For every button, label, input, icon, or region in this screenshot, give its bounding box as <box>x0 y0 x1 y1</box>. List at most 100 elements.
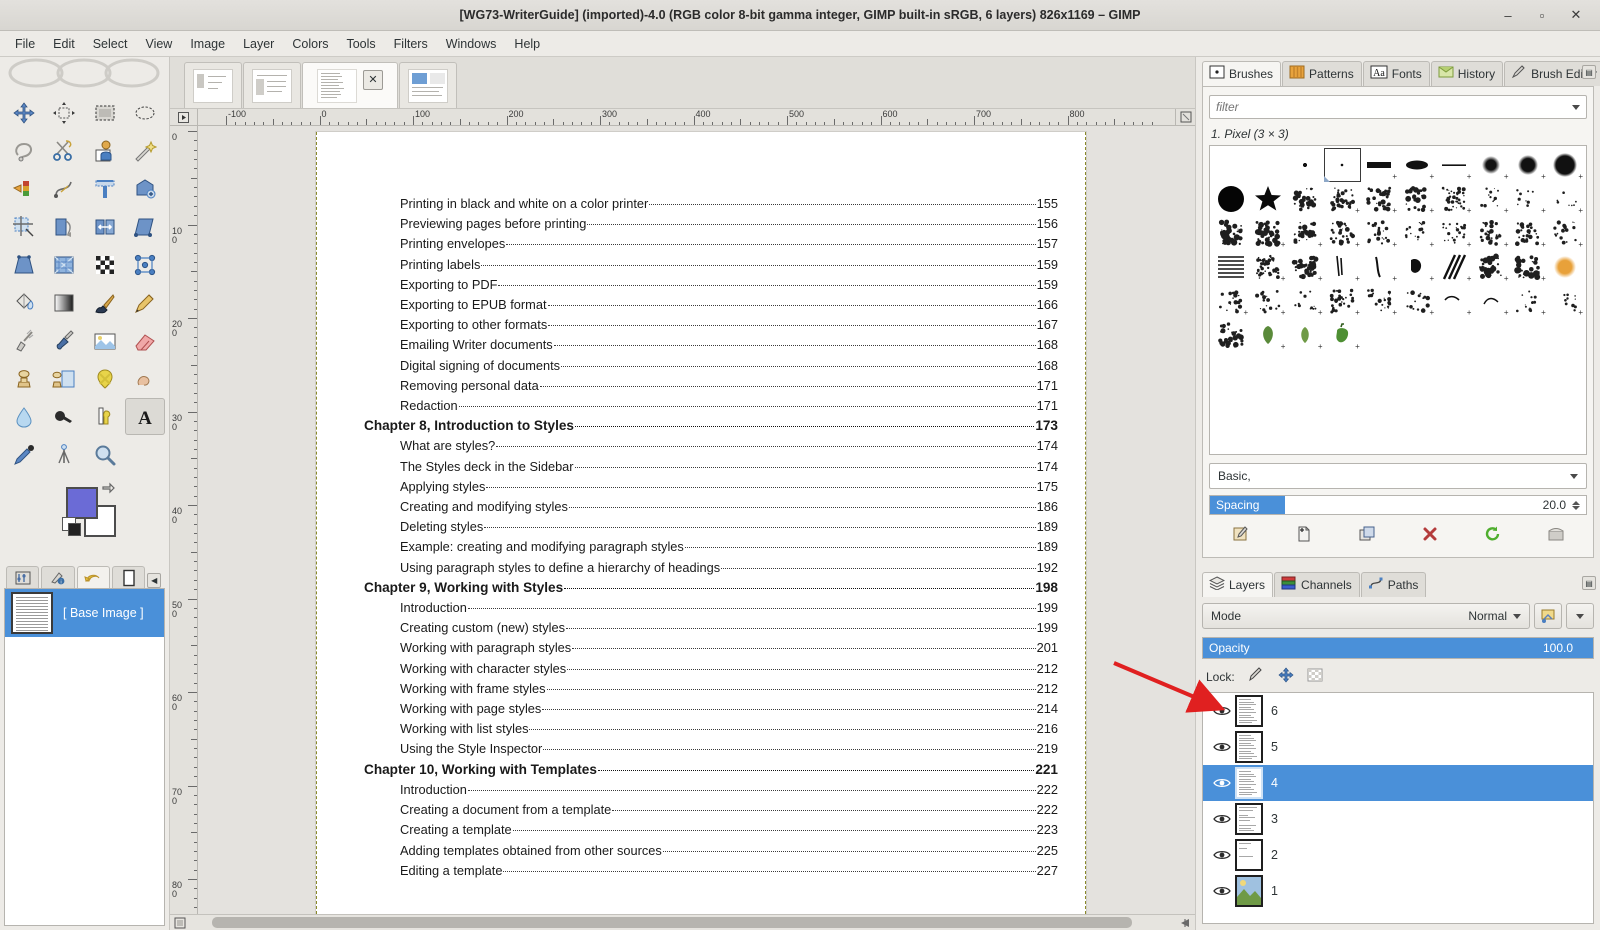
navigation-button[interactable] <box>1175 914 1195 930</box>
layer-visibility-icon[interactable] <box>1209 705 1235 717</box>
layer-row[interactable]: 6 <box>1203 693 1593 729</box>
horizontal-scrollbar[interactable] <box>190 914 1175 930</box>
layer-row[interactable]: 3 <box>1203 801 1593 837</box>
pencil-tool[interactable] <box>125 284 165 321</box>
brush-mark-4[interactable]: + <box>1547 284 1584 318</box>
menu-filters[interactable]: Filters <box>385 33 437 55</box>
horizontal-scrollbar-thumb[interactable] <box>212 917 1132 928</box>
opacity-slider[interactable]: Opacity 100.0 <box>1202 637 1594 659</box>
brush-spray-1[interactable]: + <box>1324 284 1361 318</box>
brush-splatter-1[interactable]: + <box>1324 182 1361 216</box>
measure-tool[interactable] <box>44 436 84 473</box>
alignment-tool[interactable] <box>44 94 84 131</box>
quick-mask-toggle[interactable] <box>170 914 190 930</box>
menu-select[interactable]: Select <box>84 33 137 55</box>
brush-dust-2[interactable]: + <box>1212 284 1249 318</box>
free-select-tool[interactable] <box>4 132 44 169</box>
spacing-stepper[interactable] <box>1572 501 1584 510</box>
menu-view[interactable]: View <box>136 33 181 55</box>
open-brush-folder-button[interactable] <box>1541 521 1571 547</box>
brush-swirl[interactable]: + <box>1472 250 1509 284</box>
tab-layers[interactable]: Layers <box>1202 572 1273 597</box>
lock-alpha-icon[interactable] <box>1307 667 1323 686</box>
smudge-tool[interactable] <box>125 360 165 397</box>
brush-pepper-2[interactable]: + <box>1435 216 1472 250</box>
zoom-tool[interactable] <box>85 436 125 473</box>
layer-visibility-icon[interactable] <box>1209 777 1235 789</box>
layer-row[interactable]: 1 <box>1203 873 1593 909</box>
brush-set-combo[interactable]: Basic, <box>1209 463 1587 489</box>
menu-colors[interactable]: Colors <box>283 33 337 55</box>
menu-help[interactable]: Help <box>505 33 549 55</box>
layer-row[interactable]: 4 <box>1203 765 1593 801</box>
crop-tool[interactable] <box>4 208 44 245</box>
horizontal-ruler[interactable]: -1000100200300400500600700800 <box>198 109 1175 126</box>
brush-blob-cluster[interactable]: + <box>1510 250 1547 284</box>
chevron-down-icon[interactable] <box>1576 614 1584 619</box>
brush-spray-3[interactable]: + <box>1398 284 1435 318</box>
blur-sharpen-tool[interactable] <box>4 398 44 435</box>
brush-hardedge-bar[interactable]: + <box>1361 148 1398 182</box>
select-by-color-tool[interactable] <box>4 170 44 207</box>
warp-transform-tool[interactable] <box>85 246 125 283</box>
image-tab-1[interactable] <box>184 62 242 108</box>
brush-dab-1[interactable]: + <box>1324 250 1361 284</box>
delete-brush-button[interactable] <box>1415 521 1445 547</box>
brush-smoke-1[interactable]: + <box>1286 250 1323 284</box>
brush-stripes[interactable]: + <box>1435 250 1472 284</box>
brush-grass[interactable] <box>1286 182 1323 216</box>
brush-sparse-3[interactable]: + <box>1547 182 1584 216</box>
bucket-fill-tool[interactable] <box>4 284 44 321</box>
image-tab-4[interactable] <box>399 62 457 108</box>
brush-hard-circle[interactable] <box>1212 182 1249 216</box>
mypaint-brush-tool[interactable] <box>85 398 125 435</box>
menu-file[interactable]: File <box>6 33 44 55</box>
undo-history-list[interactable]: [ Base Image ] <box>4 588 165 926</box>
paintbrush-tool[interactable] <box>85 284 125 321</box>
clone-tool[interactable] <box>4 360 44 397</box>
menu-tools[interactable]: Tools <box>337 33 384 55</box>
brush-mark-1[interactable]: + <box>1435 284 1472 318</box>
lock-position-icon[interactable] <box>1277 667 1295 686</box>
unified-transform-tool[interactable] <box>44 246 84 283</box>
layers-dock-menu-button[interactable]: ▤ <box>1582 576 1596 590</box>
clone-source-tool[interactable] <box>85 322 125 359</box>
brush-mark-2[interactable]: + <box>1472 284 1509 318</box>
brush-fuzzy-medium[interactable]: + <box>1510 148 1547 182</box>
brush-star[interactable] <box>1249 182 1286 216</box>
brush-leaf-1[interactable]: + <box>1249 318 1286 352</box>
paths-tool[interactable] <box>44 170 84 207</box>
airbrush-tool[interactable] <box>4 322 44 359</box>
brushes-dock-menu-button[interactable]: ▤ <box>1582 65 1596 79</box>
image-tab-3[interactable]: ✕ <box>302 62 398 108</box>
brush-grid[interactable]: ++++++++++++++++++++++++++++++++++++++++… <box>1209 145 1587 455</box>
brush-spray-2[interactable]: + <box>1361 284 1398 318</box>
maximize-button[interactable]: ▫ <box>1526 2 1558 28</box>
brush-fuzzy-large[interactable]: + <box>1547 148 1584 182</box>
brush-soft-ellipse[interactable]: + <box>1398 148 1435 182</box>
bucket-fill-alt-tool[interactable] <box>125 170 165 207</box>
brush-pixel-small[interactable] <box>1286 148 1323 182</box>
tool-options-tab[interactable] <box>6 566 39 588</box>
brush-cloud-3[interactable]: + <box>1286 216 1323 250</box>
document-page[interactable]: Printing in black and white on a color p… <box>316 132 1086 914</box>
reset-colors-icon[interactable] <box>62 517 76 531</box>
brush-cloud-4[interactable]: + <box>1324 216 1361 250</box>
text-tool-alt[interactable] <box>85 170 125 207</box>
handle-transform-tool[interactable] <box>125 246 165 283</box>
close-image-tab-button[interactable]: ✕ <box>363 70 383 90</box>
perspective-clone-tool[interactable] <box>44 360 84 397</box>
layer-mode-combo[interactable]: Mode Normal <box>1202 603 1530 629</box>
tab-channels[interactable]: Channels <box>1274 572 1360 597</box>
duplicate-brush-button[interactable] <box>1352 521 1382 547</box>
brush-scatter-2[interactable]: + <box>1547 216 1584 250</box>
eraser-tool[interactable] <box>125 322 165 359</box>
brush-filter-input[interactable] <box>1216 100 1572 114</box>
foreground-color-swatch[interactable] <box>66 487 98 519</box>
dodge-burn-tool[interactable] <box>44 398 84 435</box>
tab-history[interactable]: History <box>1431 61 1503 86</box>
spacing-slider[interactable]: Spacing 20.0 <box>1209 495 1587 515</box>
brush-cloud-2[interactable]: + <box>1249 216 1286 250</box>
layer-mode-menu-button[interactable] <box>1566 603 1594 629</box>
brush-pepper-green[interactable]: + <box>1324 318 1361 352</box>
